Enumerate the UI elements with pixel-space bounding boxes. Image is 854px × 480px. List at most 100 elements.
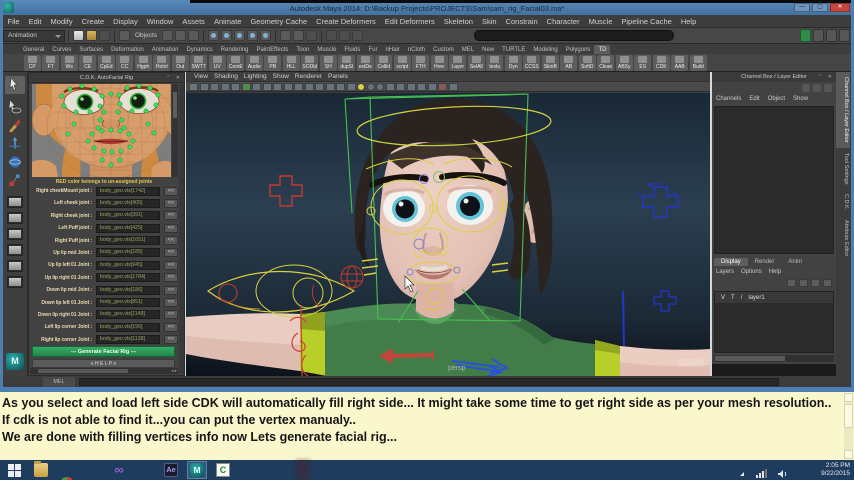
viewport-toolbar-icon[interactable] (262, 82, 272, 91)
viewport-toolbar-icon[interactable] (406, 82, 416, 91)
menu-item[interactable]: Pipeline Cache (617, 17, 676, 26)
menu-item[interactable]: Edit (24, 17, 46, 26)
viewport-toolbar-icon[interactable] (199, 82, 209, 91)
shelf-button[interactable]: FT (42, 55, 60, 71)
menu-item[interactable]: Create (77, 17, 109, 26)
cdk-panel-buttons[interactable]: ⌃ ✕ (166, 75, 182, 81)
load-vertex-button[interactable]: << (164, 198, 178, 208)
layout-hypergraph-button[interactable] (7, 276, 23, 288)
channel-box-menu-item[interactable]: Show (793, 96, 816, 102)
layer-editor-menu-item[interactable]: Options (741, 269, 769, 275)
mel-label[interactable]: MEL (43, 377, 75, 387)
load-vertex-button[interactable]: << (164, 236, 178, 246)
shelf-tab[interactable]: Rendering (217, 45, 253, 54)
menu-set-dropdown[interactable]: Animation (3, 29, 65, 42)
mask-icon-1[interactable] (162, 30, 174, 41)
shelf-tab[interactable]: Deformation (107, 45, 148, 54)
close-button[interactable]: ✕ (830, 3, 850, 12)
layer-editor-menu-item[interactable]: Help (769, 269, 788, 275)
cdk-panel-header[interactable]: C.D.K. AutoFacial Rig ⌃ ✕ (29, 73, 184, 83)
channel-speed-icon[interactable] (813, 84, 821, 92)
viewport-toolbar-icon[interactable] (252, 82, 261, 91)
shelf-button[interactable]: extDe (356, 55, 374, 71)
shelf-button[interactable]: SoftD (578, 55, 596, 71)
shelf-button[interactable]: SH (319, 55, 337, 71)
layer-new2-icon[interactable] (799, 279, 808, 287)
menu-item[interactable]: Display (109, 17, 143, 26)
shelf-tab[interactable]: Dynamics (182, 45, 216, 54)
select-mode-icon[interactable] (119, 30, 130, 41)
layer-editor-tab[interactable]: Anim (781, 258, 809, 266)
viewport-toolbar-icon[interactable] (376, 82, 384, 91)
shelf-tab[interactable]: Fur (364, 45, 381, 54)
channel-box-menu-item[interactable]: Edit (749, 96, 767, 102)
viewport-menu-item[interactable]: Lighting (244, 72, 273, 81)
shelf-tab[interactable]: nHair (381, 45, 403, 54)
channel-box-header-buttons[interactable]: ⌃ ✕ (818, 74, 834, 80)
viewport-toolbar-icon[interactable] (325, 82, 335, 91)
viewport-toolbar-icon[interactable] (346, 82, 356, 91)
load-vertex-button[interactable]: << (164, 322, 178, 332)
layout-four-button[interactable] (7, 212, 23, 224)
shelf-button[interactable]: Layer (449, 55, 467, 71)
viewport-toolbar-icon[interactable] (427, 82, 437, 91)
viewport-toolbar-icon[interactable] (448, 82, 458, 91)
shelf-tab[interactable]: Toon (292, 45, 313, 54)
layout-split2-button[interactable] (7, 228, 23, 240)
snap-plane-icon[interactable] (247, 30, 259, 41)
layer-scrollbar[interactable] (714, 355, 834, 362)
viewport-toolbar-icon[interactable] (294, 82, 303, 91)
joint-vertex-field[interactable]: body_geo.vtx[195] (96, 322, 160, 332)
joint-vertex-field[interactable]: body_geo.vtx[1148] (96, 310, 160, 320)
menu-item[interactable]: Assets (178, 17, 210, 26)
layer-add-selected-icon[interactable] (811, 279, 820, 287)
layer-editor-tab[interactable]: Display (714, 258, 748, 266)
menu-item[interactable]: Animate (209, 17, 246, 26)
command-input[interactable] (79, 378, 779, 386)
shelf-button[interactable]: ES (634, 55, 652, 71)
viewport-toolbar-icon[interactable] (283, 82, 293, 91)
shelf-tab[interactable]: TURTLE (498, 45, 529, 54)
shelf-tab[interactable]: Modeling (529, 45, 561, 54)
viewport-menu-item[interactable]: Show (273, 72, 295, 81)
layer-type-flag[interactable]: T (731, 295, 735, 301)
new-scene-icon[interactable] (73, 30, 84, 41)
shelf-button[interactable]: Out (171, 55, 189, 71)
shelf-button[interactable]: PB (264, 55, 282, 71)
shelf-button[interactable]: SWTT (190, 55, 208, 71)
joint-vertex-field[interactable]: body_geo.vtx[425] (96, 223, 160, 233)
viewport-toolbar-icon[interactable] (241, 82, 251, 91)
load-vertex-button[interactable]: << (164, 285, 178, 295)
shelf-button[interactable]: Hrev (430, 55, 448, 71)
menu-item[interactable]: Edit Deformers (380, 17, 439, 26)
viewport-toolbar-icon[interactable] (336, 82, 345, 91)
lasso-tool[interactable] (5, 98, 25, 116)
shelf-tab[interactable]: Custom (429, 45, 458, 54)
maya-taskbar-icon[interactable]: M (190, 463, 204, 477)
joint-vertex-field[interactable]: body_geo.vtx[1742] (96, 186, 160, 196)
joint-vertex-field[interactable]: body_geo.vtx[185] (96, 248, 160, 258)
layer-editor-menu-item[interactable]: Layers (716, 269, 741, 275)
scale-tool[interactable] (5, 171, 25, 189)
snap-surface-icon[interactable] (260, 30, 272, 41)
shelf-button[interactable]: ABSy (615, 55, 633, 71)
shelf-button[interactable]: AAB (671, 55, 689, 71)
save-scene-icon[interactable] (99, 30, 110, 41)
viewport-toolbar-icon[interactable] (231, 82, 240, 91)
channel-box-menu-item[interactable]: Object (768, 96, 793, 102)
sidebar-toggle-attr[interactable] (813, 29, 824, 42)
shelf-button[interactable]: AB (560, 55, 578, 71)
history-output-icon[interactable] (293, 30, 305, 41)
sidebar-toggle-channel[interactable] (839, 29, 850, 42)
viewport-toolbar-icon[interactable] (396, 82, 405, 91)
shelf-button[interactable]: HoInl (153, 55, 171, 71)
shelf-button[interactable]: CCSS (523, 55, 541, 71)
menu-item[interactable]: Geometry Cache (246, 17, 312, 26)
snap-grid-icon[interactable] (208, 30, 220, 41)
sidebar-tab-channel-box[interactable]: Channel Box / Layer Editor (836, 72, 850, 148)
load-vertex-button[interactable]: << (164, 211, 178, 221)
joint-vertex-field[interactable]: body_geo.vtx[405] (96, 198, 160, 208)
load-vertex-button[interactable]: << (164, 186, 178, 196)
shelf-tab[interactable]: Curves (48, 45, 75, 54)
generate-facial-rig-button[interactable]: --- Generate Facial Rig --- (32, 346, 175, 357)
